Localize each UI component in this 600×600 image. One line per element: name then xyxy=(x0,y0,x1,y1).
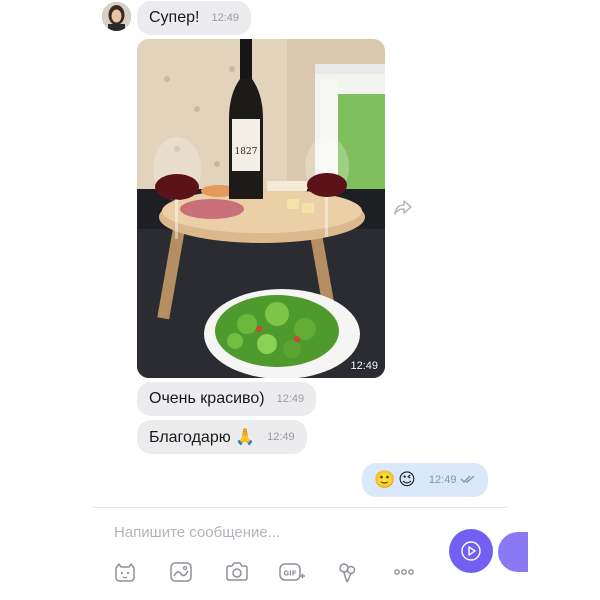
outgoing-message[interactable]: 🙂 😉 12:49 xyxy=(362,463,489,497)
camera-icon[interactable] xyxy=(223,558,251,586)
message-input[interactable] xyxy=(114,521,434,543)
photo-message[interactable]: 1827 12:49 xyxy=(137,39,385,378)
message-text: Супер! xyxy=(149,9,200,26)
read-checkmarks-icon xyxy=(460,471,476,489)
message-time: 12:49 xyxy=(428,474,457,486)
sticker-icon[interactable] xyxy=(111,558,139,586)
message-time: 12:49 xyxy=(211,12,239,24)
emoji-winking: 😉 xyxy=(398,470,416,489)
svg-text:GIF: GIF xyxy=(283,570,296,578)
bottle-label: 1827 xyxy=(235,147,258,157)
more-icon[interactable] xyxy=(390,558,418,586)
incoming-message[interactable]: Благодарю 🙏 12:49 xyxy=(137,420,307,454)
flowers-icon[interactable] xyxy=(333,558,361,586)
sender-avatar[interactable] xyxy=(102,2,131,31)
incoming-message[interactable]: Супер! 12:49 xyxy=(137,1,251,35)
message-text: Очень красиво) xyxy=(149,390,265,407)
photo-time: 12:49 xyxy=(350,360,378,372)
doodle-icon[interactable] xyxy=(167,558,195,586)
message-text: Благодарю 🙏 xyxy=(149,429,256,446)
emoji-slightly-smiling: 🙂 xyxy=(374,470,396,489)
message-time: 12:49 xyxy=(267,431,295,443)
forward-icon[interactable] xyxy=(393,199,413,217)
play-icon xyxy=(460,540,482,562)
gif-icon[interactable]: GIF xyxy=(278,558,306,586)
send-button[interactable] xyxy=(449,529,493,573)
message-time: 12:49 xyxy=(276,393,305,405)
extra-action-button[interactable] xyxy=(498,532,528,572)
incoming-message[interactable]: Очень красиво) 12:49 xyxy=(137,382,317,416)
composer-divider xyxy=(92,507,508,508)
